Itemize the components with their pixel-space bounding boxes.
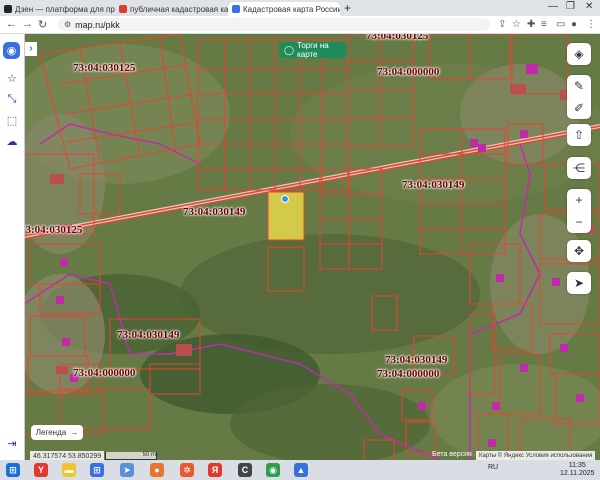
telegram-icon[interactable]: ➤ — [120, 463, 134, 477]
zoom-in-icon[interactable]: + — [567, 189, 591, 211]
favorites-star-icon[interactable]: ☆ — [5, 71, 19, 85]
reading-list-icon[interactable]: ≡ — [541, 19, 547, 30]
cadastral-label: 73:04:030149 — [117, 329, 180, 341]
file-explorer-icon[interactable]: ▬ — [62, 463, 76, 477]
start-windows-icon[interactable]: ⊞ — [6, 463, 20, 477]
tab-title: публичная кадастровая карта - — [130, 4, 228, 14]
cadastral-label: 73:04:030125 — [20, 224, 83, 236]
share-map-button[interactable]: ⋲ — [567, 157, 591, 179]
cadastral-label: 73:04:000000 — [73, 367, 136, 379]
dzen-favicon-icon — [4, 5, 12, 13]
cadastral-label: 73:04:030125 — [73, 62, 136, 74]
windows-app-icon[interactable]: ⊞ — [90, 463, 104, 477]
satellite-map-layer — [0, 34, 600, 460]
minimize-icon[interactable]: — — [548, 1, 558, 12]
zoom-controls: + − — [567, 189, 591, 233]
layers-button[interactable]: ◈ — [567, 43, 591, 65]
draw-tools-group: ✎ ✐ — [567, 75, 591, 119]
keyboard-language[interactable]: RU — [488, 464, 498, 471]
app-icon[interactable]: ✲ — [180, 463, 194, 477]
left-sidebar: ◉ ☆ ⤡ ⬚ ☁ ⇥ — [0, 34, 25, 460]
menu-icon[interactable]: ⋮ — [586, 19, 596, 30]
cloud-upload-icon: ⇧ — [573, 128, 585, 142]
measure-tool-icon[interactable]: ⤡ — [5, 92, 19, 106]
forward-icon[interactable]: → — [22, 18, 33, 30]
cadastral-label: 73:04:030149 — [385, 354, 448, 366]
auctions-on-map-button[interactable]: ◯ Торги на карте — [279, 41, 347, 59]
tab-cadastral-map[interactable]: Кадастровая карта России онл ✕ — [228, 2, 340, 16]
beta-version-label: Бета версия — [432, 451, 472, 458]
tab-title: Дзен — платформа для просмо — [15, 4, 115, 14]
share-nodes-icon: ⋲ — [573, 161, 585, 175]
cadastral-label: 73:04:030149 — [402, 179, 465, 191]
yandex-browser-icon[interactable]: Y — [34, 463, 48, 477]
url-text: map.ru/pkk — [75, 19, 120, 30]
upload-button[interactable]: ⇧ — [567, 124, 591, 146]
browser-tab-strip: Дзен — платформа для просмо ✕ публичная … — [0, 0, 600, 16]
app-logo-icon[interactable]: ◉ — [3, 42, 20, 59]
pan-button[interactable]: ✥ — [567, 240, 591, 262]
address-bar[interactable]: ⚙ map.ru/pkk — [58, 18, 490, 31]
browser-toolbar: ← → ↻ ⚙ map.ru/pkk ⇪ ☆ ✚ ≡ ▭ ● ⋮ — [0, 16, 600, 34]
yandex-favicon-icon — [119, 5, 127, 13]
os-taskbar: ⊞ Y ▬ ⊞ ➤ ● ✲ Я C ◉ ▲ RU 11:35 12.11.202… — [0, 460, 600, 480]
clock-date: 12.11.2025 — [560, 470, 595, 477]
login-icon[interactable]: ⇥ — [5, 436, 19, 450]
map-viewport[interactable]: 73:04:030125 73:04:030125 73:04:000000 7… — [0, 34, 600, 460]
clock-time: 11:35 — [568, 462, 586, 469]
reload-icon[interactable]: ↻ — [38, 18, 47, 31]
geolocate-button[interactable]: ➤ — [567, 272, 591, 294]
sidepanel-icon[interactable]: ▭ — [556, 19, 565, 30]
cadastral-label: 73:04:000000 — [377, 66, 440, 78]
map-favicon-icon — [232, 5, 240, 13]
edit-icon[interactable]: ✐ — [567, 97, 591, 119]
layers-icon: ◈ — [574, 47, 584, 61]
scale-bar: 50 m — [105, 452, 157, 460]
new-tab-icon[interactable]: + — [344, 1, 351, 15]
tab-dzen[interactable]: Дзен — платформа для просмо ✕ — [0, 2, 115, 16]
move-arrows-icon: ✥ — [573, 244, 585, 258]
ruler-icon[interactable]: ✎ — [567, 75, 591, 97]
zoom-out-icon[interactable]: − — [567, 211, 591, 233]
cadastral-label: 73:04:030149 — [183, 206, 246, 218]
cc-app-icon[interactable]: C — [238, 463, 252, 477]
arrow-right-icon: → — [70, 428, 79, 437]
cadastral-label: 73:04:000000 — [377, 368, 440, 380]
tab-title: Кадастровая карта России онл — [243, 4, 340, 14]
extensions-icon[interactable]: ✚ — [527, 19, 535, 30]
cloud-icon[interactable]: ☁ — [5, 134, 19, 148]
site-info-icon[interactable]: ⚙ — [64, 20, 71, 29]
firefox-icon[interactable]: ● — [150, 463, 164, 477]
profile-icon[interactable]: ● — [571, 19, 577, 30]
tab-pkk-search[interactable]: публичная кадастровая карта - ✕ — [115, 2, 228, 16]
system-clock[interactable]: 11:35 12.11.2025 — [560, 462, 595, 478]
back-icon[interactable]: ← — [6, 18, 17, 30]
share-icon[interactable]: ⇪ — [498, 19, 506, 30]
app-icon[interactable]: ▲ — [294, 463, 308, 477]
window-close-icon[interactable]: ✕ — [585, 1, 593, 12]
yandex-icon[interactable]: Я — [208, 463, 222, 477]
maximize-icon[interactable]: ❐ — [566, 1, 575, 12]
location-pin-icon — [281, 195, 289, 203]
select-area-icon[interactable]: ⬚ — [5, 113, 19, 127]
cadastral-label: 73:04:030125 — [366, 34, 429, 42]
navigation-arrow-icon: ➤ — [573, 276, 585, 290]
bookmark-star-icon[interactable]: ☆ — [512, 19, 521, 30]
legend-button[interactable]: Легенда → — [31, 425, 83, 440]
chrome-icon[interactable]: ◉ — [266, 463, 280, 477]
expand-sidebar-chevron-icon[interactable]: › — [25, 42, 37, 56]
toggle-circle-icon: ◯ — [284, 44, 295, 55]
